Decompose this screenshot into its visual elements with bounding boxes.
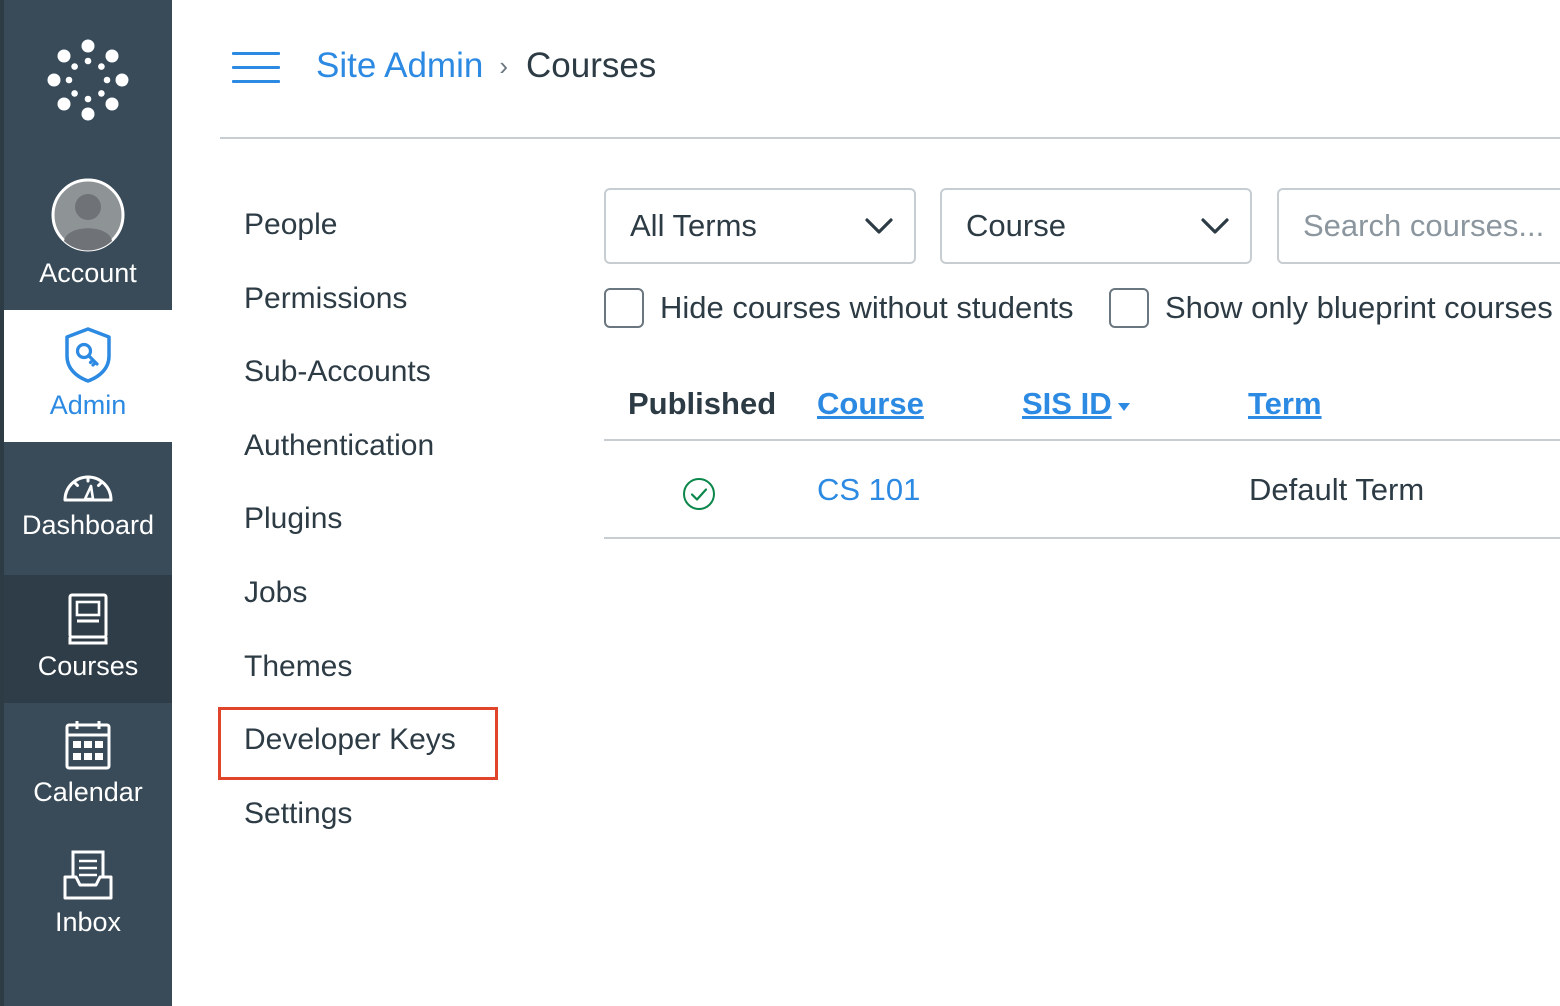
nav-dashboard-label: Dashboard: [21, 510, 155, 540]
section-item-authentication[interactable]: Authentication: [244, 429, 434, 463]
table-row-divider: [604, 537, 1560, 539]
sort-descending-icon: [1118, 403, 1130, 411]
calendar-icon: [65, 721, 111, 770]
dashboard-icon: [63, 475, 113, 502]
header-divider: [220, 137, 1560, 139]
section-item-people[interactable]: People: [244, 208, 337, 242]
shield-key-icon: [65, 327, 111, 383]
breadcrumb: Site Admin › Courses: [316, 46, 656, 86]
chevron-down-icon: [1201, 218, 1229, 234]
nav-account[interactable]: Account: [4, 178, 172, 310]
published-check-icon: [683, 478, 715, 510]
section-item-plugins[interactable]: Plugins: [244, 502, 342, 536]
nav-courses[interactable]: Courses: [4, 575, 172, 703]
term-filter-value: All Terms: [630, 208, 757, 243]
courses-book-icon: [68, 593, 108, 645]
table-header-divider: [604, 439, 1560, 441]
blueprint-only-checkbox[interactable]: [1109, 288, 1149, 328]
section-item-permissions[interactable]: Permissions: [244, 282, 407, 316]
course-term: Default Term: [1249, 472, 1425, 507]
column-header-course[interactable]: Course: [817, 386, 924, 422]
hamburger-line: [232, 80, 280, 83]
section-item-settings[interactable]: Settings: [244, 797, 352, 831]
hide-without-students-checkbox[interactable]: [604, 288, 644, 328]
column-header-sis-id[interactable]: SIS ID: [1022, 386, 1112, 422]
section-item-themes[interactable]: Themes: [244, 650, 352, 684]
nav-account-label: Account: [39, 258, 137, 288]
nav-dashboard[interactable]: Dashboard: [4, 442, 172, 574]
hamburger-menu-button[interactable]: [232, 52, 280, 86]
canvas-logo[interactable]: [4, 0, 172, 160]
nav-calendar-label: Calendar: [33, 777, 143, 807]
search-type-value: Course: [966, 208, 1066, 243]
search-courses-input[interactable]: [1277, 188, 1560, 264]
avatar-icon: [51, 178, 125, 252]
canvas-logo-icon: [47, 39, 129, 121]
section-item-jobs[interactable]: Jobs: [244, 576, 307, 610]
hamburger-line: [232, 66, 280, 69]
chevron-down-icon: [865, 218, 893, 234]
column-header-published: Published: [628, 386, 777, 421]
nav-calendar[interactable]: Calendar: [4, 703, 172, 833]
hide-without-students-label: Hide courses without students: [660, 290, 1074, 325]
breadcrumb-current: Courses: [525, 46, 657, 85]
nav-courses-label: Courses: [37, 651, 139, 681]
nav-admin[interactable]: Admin: [4, 310, 172, 442]
course-link[interactable]: CS 101: [817, 472, 920, 508]
column-header-term[interactable]: Term: [1248, 386, 1322, 422]
term-filter-select[interactable]: All Terms: [604, 188, 916, 264]
section-item-sub-accounts[interactable]: Sub-Accounts: [244, 355, 431, 389]
breadcrumb-chevron-icon: ›: [499, 50, 508, 81]
blueprint-only-label: Show only blueprint courses: [1165, 290, 1553, 325]
nav-admin-label: Admin: [49, 390, 127, 420]
nav-inbox-label: Inbox: [54, 907, 122, 937]
hide-without-students-option[interactable]: Hide courses without students: [604, 288, 1074, 328]
search-type-select[interactable]: Course: [940, 188, 1252, 264]
breadcrumb-site-admin[interactable]: Site Admin: [316, 46, 483, 86]
hamburger-line: [232, 52, 280, 55]
developer-keys-highlight: [218, 707, 498, 780]
blueprint-only-option[interactable]: Show only blueprint courses: [1109, 288, 1553, 328]
nav-inbox[interactable]: Inbox: [4, 833, 172, 963]
global-navigation: Account Admin Dashboard Courses Calendar…: [0, 0, 172, 1006]
inbox-icon: [63, 850, 113, 900]
